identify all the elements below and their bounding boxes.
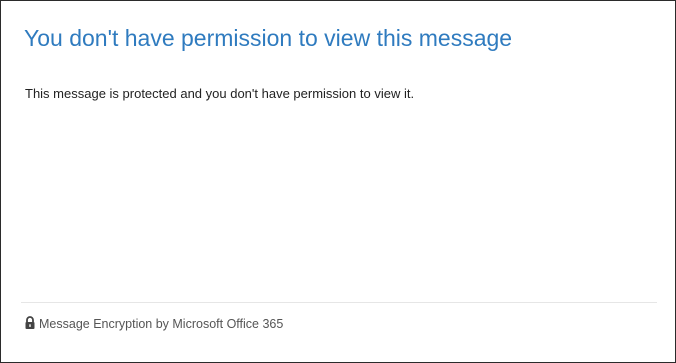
permission-message: This message is protected and you don't … (25, 86, 415, 101)
footer: Message Encryption by Microsoft Office 3… (24, 315, 283, 333)
footer-divider (21, 302, 657, 303)
page-title: You don't have permission to view this m… (24, 25, 513, 51)
lock-icon (24, 316, 36, 330)
footer-text: Message Encryption by Microsoft Office 3… (39, 317, 284, 331)
message-panel: You don't have permission to view this m… (0, 0, 676, 363)
